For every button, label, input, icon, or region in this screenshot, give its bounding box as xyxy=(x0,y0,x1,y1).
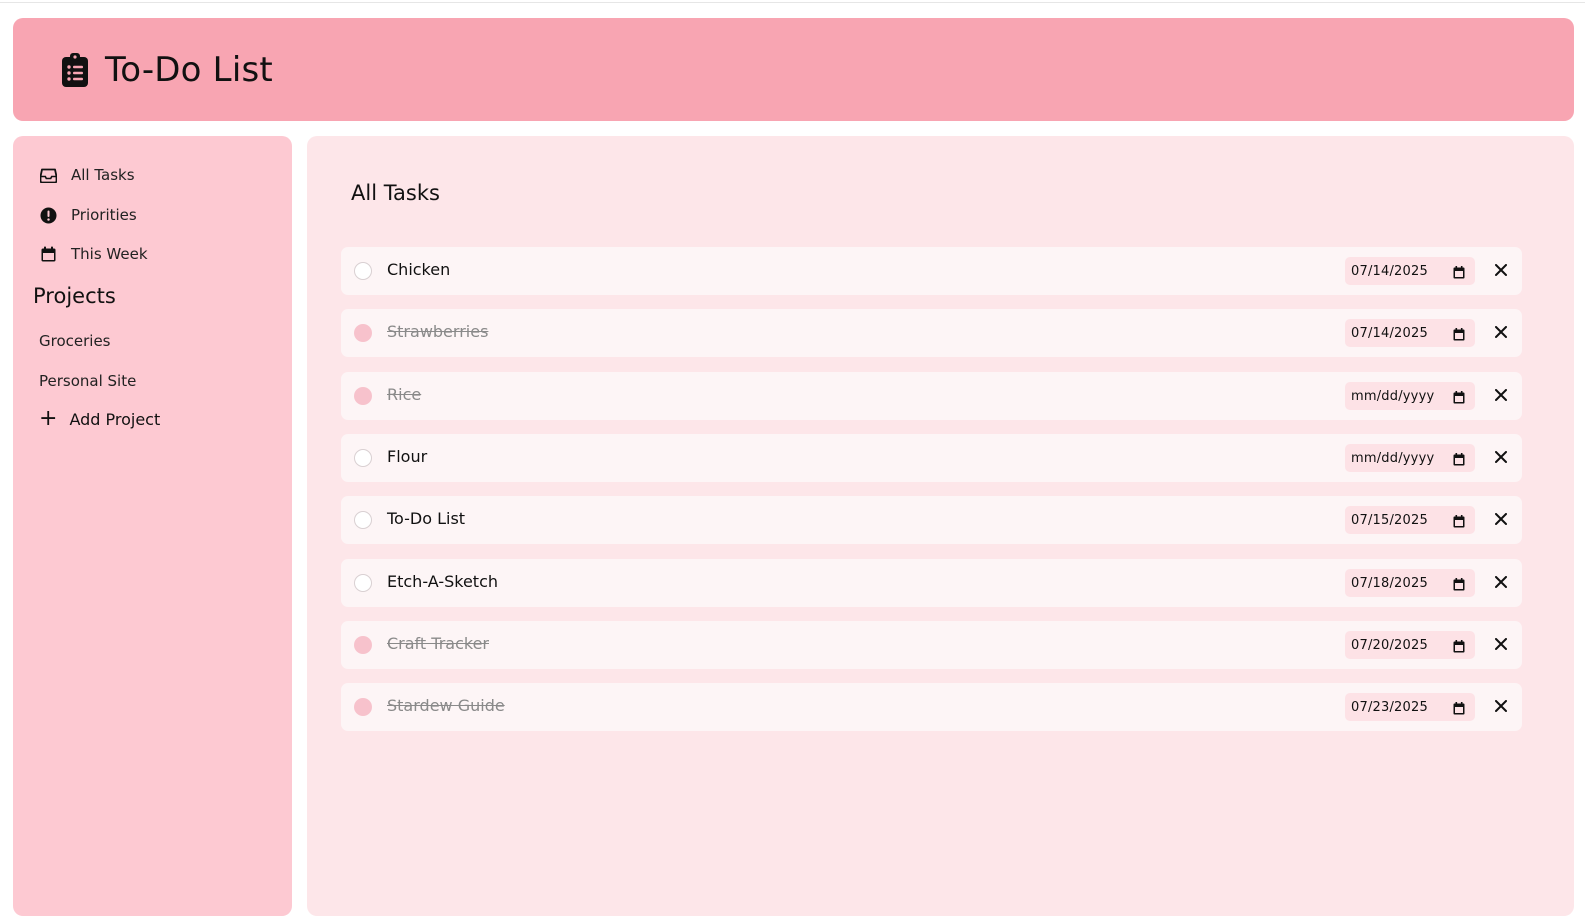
exclamation-circle-icon xyxy=(39,206,57,224)
task-row: To-Do List 07/15/2025 xyxy=(341,496,1522,544)
task-date-value: 07/15/2025 xyxy=(1351,512,1428,528)
nav-item-this-week[interactable]: This Week xyxy=(39,239,148,269)
calendar-picker-icon[interactable] xyxy=(1453,451,1465,466)
app-title: To-Do List xyxy=(105,49,273,90)
add-project-button[interactable]: + Add Project xyxy=(39,406,161,431)
task-name: Strawberries xyxy=(387,322,489,341)
sidebar: All Tasks Priorities This Week Projects … xyxy=(13,136,292,916)
task-checkbox[interactable] xyxy=(354,511,372,529)
task-date-input[interactable]: mm/dd/yyyy xyxy=(1345,382,1475,410)
task-date-value: 07/18/2025 xyxy=(1351,575,1428,591)
task-checkbox[interactable] xyxy=(354,324,372,342)
task-date-input[interactable]: 07/23/2025 xyxy=(1345,693,1475,721)
task-date-value: mm/dd/yyyy xyxy=(1351,450,1435,466)
task-checkbox[interactable] xyxy=(354,698,372,716)
task-name: To-Do List xyxy=(387,509,466,528)
task-date-input[interactable]: mm/dd/yyyy xyxy=(1345,444,1475,472)
task-checkbox[interactable] xyxy=(354,262,372,280)
task-date-value: mm/dd/yyyy xyxy=(1351,388,1435,404)
task-date-value: 07/14/2025 xyxy=(1351,325,1428,341)
delete-task-icon[interactable] xyxy=(1493,322,1509,342)
task-row: Stardew Guide 07/23/2025 xyxy=(341,683,1522,731)
task-checkbox[interactable] xyxy=(354,574,372,592)
task-date-value: 07/14/2025 xyxy=(1351,263,1428,279)
nav-label-this-week: This Week xyxy=(71,245,148,263)
task-date-input[interactable]: 07/15/2025 xyxy=(1345,506,1475,534)
task-row: Etch-A-Sketch 07/18/2025 xyxy=(341,559,1522,607)
task-name: Craft Tracker xyxy=(387,634,489,653)
page-title: All Tasks xyxy=(351,181,440,205)
main-panel: All Tasks Chicken 07/14/2025 Strawberries 0… xyxy=(307,136,1574,916)
delete-task-icon[interactable] xyxy=(1493,509,1509,529)
calendar-picker-icon[interactable] xyxy=(1453,264,1465,279)
calendar-icon xyxy=(39,245,57,263)
clipboard-list-icon xyxy=(61,51,91,89)
delete-task-icon[interactable] xyxy=(1493,260,1509,280)
task-name: Etch-A-Sketch xyxy=(387,572,499,591)
delete-task-icon[interactable] xyxy=(1493,696,1509,716)
delete-task-icon[interactable] xyxy=(1493,385,1509,405)
calendar-picker-icon[interactable] xyxy=(1453,638,1465,653)
task-name: Flour xyxy=(387,447,428,466)
calendar-picker-icon[interactable] xyxy=(1453,326,1465,341)
calendar-picker-icon[interactable] xyxy=(1453,513,1465,528)
top-divider xyxy=(0,2,1585,3)
task-row: Chicken 07/14/2025 xyxy=(341,247,1522,295)
delete-task-icon[interactable] xyxy=(1493,447,1509,467)
project-item-personal-site[interactable]: Personal Site xyxy=(39,372,136,390)
task-checkbox[interactable] xyxy=(354,387,372,405)
delete-task-icon[interactable] xyxy=(1493,634,1509,654)
nav-label-priorities: Priorities xyxy=(71,206,137,224)
task-date-value: 07/23/2025 xyxy=(1351,699,1428,715)
task-date-input[interactable]: 07/14/2025 xyxy=(1345,257,1475,285)
projects-heading: Projects xyxy=(33,284,116,308)
task-checkbox[interactable] xyxy=(354,636,372,654)
nav-item-priorities[interactable]: Priorities xyxy=(39,200,137,230)
task-date-input[interactable]: 07/14/2025 xyxy=(1345,319,1475,347)
inbox-icon xyxy=(39,166,57,184)
task-row: Flour mm/dd/yyyy xyxy=(341,434,1522,482)
calendar-picker-icon[interactable] xyxy=(1453,576,1465,591)
app-header: To-Do List xyxy=(13,18,1574,121)
nav-item-all-tasks[interactable]: All Tasks xyxy=(39,160,135,190)
calendar-picker-icon[interactable] xyxy=(1453,700,1465,715)
nav-label-all-tasks: All Tasks xyxy=(71,166,135,184)
task-name: Chicken xyxy=(387,260,451,279)
task-date-input[interactable]: 07/20/2025 xyxy=(1345,631,1475,659)
task-name: Rice xyxy=(387,385,422,404)
calendar-picker-icon[interactable] xyxy=(1453,389,1465,404)
task-checkbox[interactable] xyxy=(354,449,372,467)
project-item-groceries[interactable]: Groceries xyxy=(39,332,111,350)
task-row: Craft Tracker 07/20/2025 xyxy=(341,621,1522,669)
delete-task-icon[interactable] xyxy=(1493,572,1509,592)
plus-icon: + xyxy=(39,406,58,431)
task-row: Rice mm/dd/yyyy xyxy=(341,372,1522,420)
task-name: Stardew Guide xyxy=(387,696,505,715)
task-date-value: 07/20/2025 xyxy=(1351,637,1428,653)
task-row: Strawberries 07/14/2025 xyxy=(341,309,1522,357)
task-date-input[interactable]: 07/18/2025 xyxy=(1345,569,1475,597)
add-project-label: Add Project xyxy=(69,409,161,429)
